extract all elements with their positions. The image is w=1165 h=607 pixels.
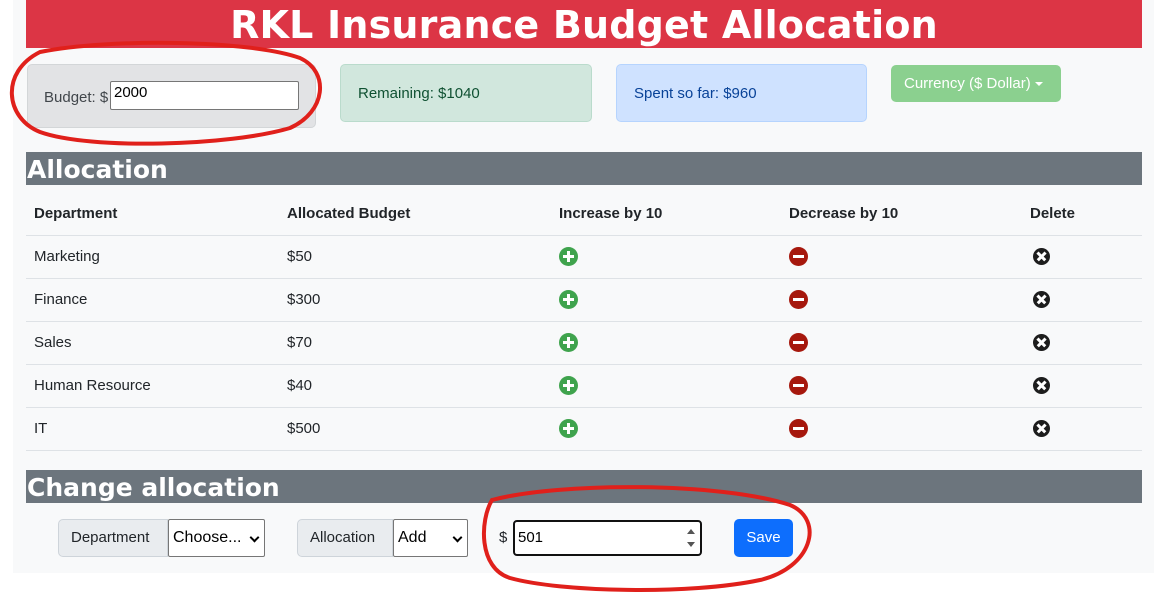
table-row: Finance $300 bbox=[26, 278, 1142, 322]
department-label: Department bbox=[58, 519, 168, 557]
allocation-input-group: Allocation Add bbox=[297, 519, 468, 557]
column-header-delete: Delete bbox=[1022, 193, 1142, 236]
budget-input[interactable]: 2000 bbox=[110, 81, 299, 110]
remaining-text: Remaining: $1040 bbox=[358, 85, 480, 102]
change-allocation-heading: Change allocation bbox=[26, 470, 1142, 503]
table-header-row: Department Allocated Budget Increase by … bbox=[26, 193, 1142, 236]
table-row: IT $500 bbox=[26, 407, 1142, 451]
spinner-arrows-icon[interactable] bbox=[687, 529, 695, 547]
department-cell: Human Resource bbox=[26, 364, 279, 408]
allocation-heading: Allocation bbox=[26, 152, 1142, 185]
department-cell: Sales bbox=[26, 321, 279, 365]
minus-circle-icon[interactable] bbox=[789, 419, 808, 438]
department-cell: Finance bbox=[26, 278, 279, 322]
amount-value: 501 bbox=[518, 529, 544, 546]
chevron-down-icon bbox=[249, 532, 260, 543]
currency-symbol: $ bbox=[499, 529, 508, 546]
budget-cell: $300 bbox=[279, 278, 551, 322]
plus-circle-icon[interactable] bbox=[559, 419, 578, 438]
caret-down-icon bbox=[1034, 82, 1043, 87]
column-header-increase: Increase by 10 bbox=[551, 193, 781, 236]
budget-cell: $70 bbox=[279, 321, 551, 365]
allocation-table: Department Allocated Budget Increase by … bbox=[26, 193, 1142, 451]
budget-card: Budget: $ 2000 bbox=[27, 64, 316, 128]
spent-card: Spent so far: $960 bbox=[616, 64, 867, 122]
department-select[interactable]: Choose... bbox=[168, 519, 265, 557]
column-header-department: Department bbox=[26, 193, 279, 236]
department-cell: IT bbox=[26, 407, 279, 451]
page-title: RKL Insurance Budget Allocation bbox=[26, 0, 1142, 48]
plus-circle-icon[interactable] bbox=[559, 376, 578, 395]
amount-input[interactable]: 501 bbox=[513, 520, 702, 556]
x-circle-icon[interactable] bbox=[1033, 420, 1050, 438]
save-button[interactable]: Save bbox=[734, 519, 793, 557]
x-circle-icon[interactable] bbox=[1033, 377, 1050, 395]
currency-dropdown-button[interactable]: Currency ($ Dollar) bbox=[891, 65, 1061, 102]
minus-circle-icon[interactable] bbox=[789, 247, 808, 266]
chevron-down-icon bbox=[452, 532, 463, 543]
plus-circle-icon[interactable] bbox=[559, 247, 578, 266]
allocation-select-value: Add bbox=[398, 529, 427, 546]
department-cell: Marketing bbox=[26, 235, 279, 279]
remaining-card: Remaining: $1040 bbox=[340, 64, 592, 122]
table-row: Human Resource $40 bbox=[26, 364, 1142, 408]
x-circle-icon[interactable] bbox=[1033, 248, 1050, 266]
budget-cell: $500 bbox=[279, 407, 551, 451]
budget-label: Budget: $ bbox=[44, 89, 109, 106]
table-row: Marketing $50 bbox=[26, 235, 1142, 279]
column-header-decrease: Decrease by 10 bbox=[781, 193, 1022, 236]
app-stage: RKL Insurance Budget Allocation Budget: … bbox=[0, 0, 1165, 607]
plus-circle-icon[interactable] bbox=[559, 290, 578, 309]
allocation-label: Allocation bbox=[297, 519, 393, 557]
plus-circle-icon[interactable] bbox=[559, 333, 578, 352]
x-circle-icon[interactable] bbox=[1033, 334, 1050, 352]
allocation-type-select[interactable]: Add bbox=[393, 519, 468, 557]
department-select-value: Choose... bbox=[173, 529, 242, 546]
budget-cell: $50 bbox=[279, 235, 551, 279]
column-header-allocated-budget: Allocated Budget bbox=[279, 193, 551, 236]
minus-circle-icon[interactable] bbox=[789, 333, 808, 352]
budget-cell: $40 bbox=[279, 364, 551, 408]
department-input-group: Department Choose... bbox=[58, 519, 265, 557]
minus-circle-icon[interactable] bbox=[789, 376, 808, 395]
spent-text: Spent so far: $960 bbox=[634, 85, 757, 102]
x-circle-icon[interactable] bbox=[1033, 291, 1050, 309]
minus-circle-icon[interactable] bbox=[789, 290, 808, 309]
currency-label: Currency ($ Dollar) bbox=[904, 75, 1031, 92]
table-row: Sales $70 bbox=[26, 321, 1142, 365]
